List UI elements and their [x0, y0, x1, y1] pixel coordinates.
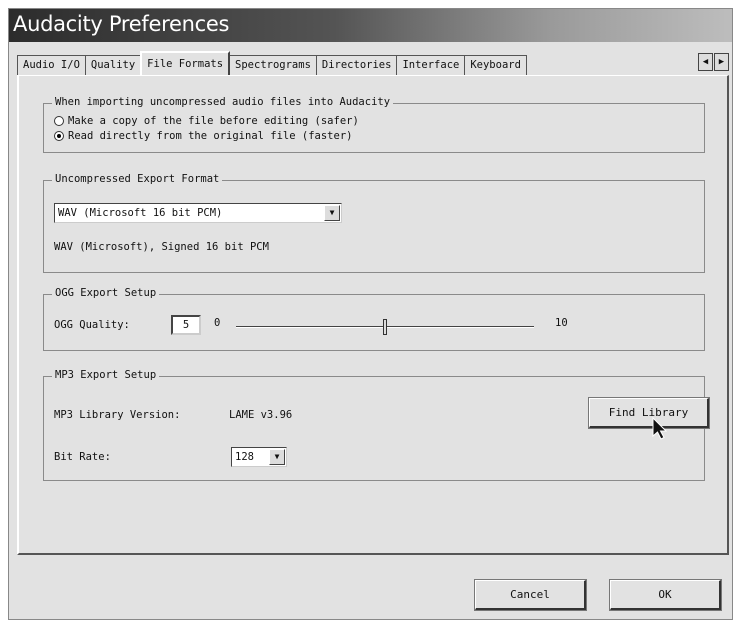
tab-interface[interactable]: Interface — [396, 55, 466, 75]
radio-button-selected[interactable] — [54, 131, 64, 141]
preferences-window: Audacity Preferences Audio I/O Quality F… — [8, 8, 733, 620]
mp3-library-version: LAME v3.96 — [229, 409, 293, 421]
mouse-pointer-icon — [652, 417, 668, 440]
mp3-group: MP3 Export Setup MP3 Library Version: LA… — [43, 369, 710, 481]
export-format-value: WAV (Microsoft 16 bit PCM) — [58, 207, 223, 219]
ogg-group-title: OGG Export Setup — [52, 287, 160, 299]
mp3-library-label: MP3 Library Version: — [54, 409, 181, 421]
radio-copy-file[interactable]: Make a copy of the file before editing (… — [54, 115, 359, 127]
find-library-button[interactable]: Find Library — [588, 397, 710, 429]
export-format-dropdown[interactable]: WAV (Microsoft 16 bit PCM) ▼ — [54, 203, 342, 223]
window-title: Audacity Preferences — [13, 12, 230, 36]
ogg-group: OGG Export Setup OGG Quality: 5 0 10 — [43, 287, 705, 351]
cancel-button[interactable]: Cancel — [474, 579, 587, 611]
tab-directories[interactable]: Directories — [315, 55, 398, 75]
tab-bar: Audio I/O Quality File Formats Spectrogr… — [17, 51, 729, 75]
import-group: When importing uncompressed audio files … — [43, 96, 705, 153]
radio-read-directly-label: Read directly from the original file (fa… — [68, 130, 353, 142]
radio-button[interactable] — [54, 116, 64, 126]
tab-audio-io[interactable]: Audio I/O — [17, 55, 86, 75]
bit-rate-dropdown[interactable]: 128 ▼ — [231, 447, 287, 467]
tab-spectrograms[interactable]: Spectrograms — [229, 55, 317, 75]
chevron-down-icon[interactable]: ▼ — [324, 205, 340, 221]
ogg-max-label: 10 — [555, 317, 568, 329]
ogg-min-label: 0 — [214, 317, 221, 329]
radio-copy-file-label: Make a copy of the file before editing (… — [68, 115, 359, 127]
tab-quality[interactable]: Quality — [84, 55, 142, 75]
arrow-left-icon[interactable]: ◀ — [698, 53, 713, 71]
arrow-right-icon[interactable]: ▶ — [714, 53, 729, 71]
export-format-description: WAV (Microsoft), Signed 16 bit PCM — [54, 241, 269, 253]
import-group-title: When importing uncompressed audio files … — [52, 96, 394, 108]
tab-keyboard[interactable]: Keyboard — [464, 55, 527, 75]
file-formats-panel: When importing uncompressed audio files … — [17, 75, 729, 555]
export-format-title: Uncompressed Export Format — [52, 173, 223, 185]
ok-button[interactable]: OK — [609, 579, 722, 611]
radio-read-directly[interactable]: Read directly from the original file (fa… — [54, 130, 352, 142]
bit-rate-value: 128 — [235, 451, 254, 463]
ogg-quality-slider-thumb[interactable] — [383, 319, 387, 335]
ogg-quality-input[interactable]: 5 — [171, 315, 201, 335]
title-bar[interactable]: Audacity Preferences — [9, 9, 732, 42]
mp3-group-title: MP3 Export Setup — [52, 369, 160, 381]
tab-file-formats[interactable]: File Formats — [140, 51, 231, 75]
export-format-group: Uncompressed Export Format WAV (Microsof… — [43, 173, 705, 273]
bit-rate-label: Bit Rate: — [54, 451, 111, 463]
tab-scroll: ◀ ▶ — [697, 53, 729, 71]
ogg-quality-label: OGG Quality: — [54, 319, 130, 331]
chevron-down-icon[interactable]: ▼ — [269, 449, 285, 465]
